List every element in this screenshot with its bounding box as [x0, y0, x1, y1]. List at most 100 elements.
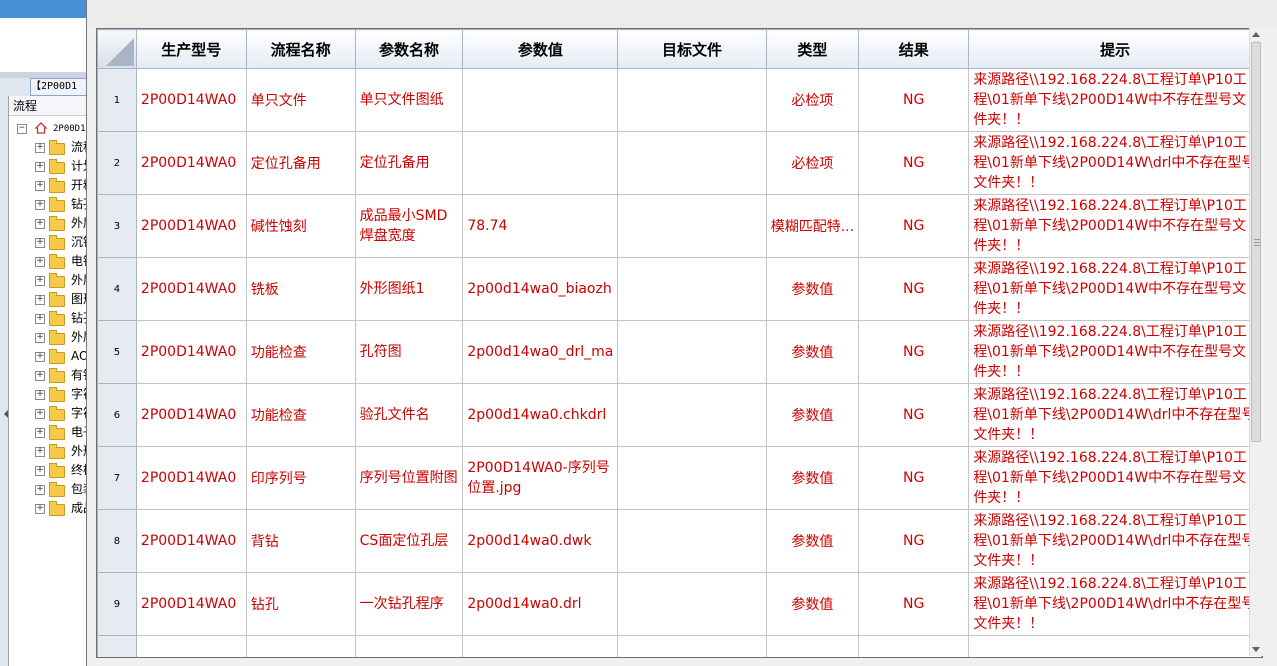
cell-result[interactable]: NG [858, 509, 970, 573]
row-number[interactable]: 1 [97, 68, 137, 132]
cell-param-name[interactable]: 验孔文件名 [354, 383, 464, 447]
table-row[interactable]: 来源路径\\192.168.224.8\工程订单\P10工 [97, 635, 1262, 657]
cell-result[interactable]: NG [858, 383, 970, 447]
cell-type[interactable]: 必检项 [765, 68, 860, 132]
cell-result[interactable]: NG [858, 68, 970, 132]
cell-process[interactable]: 功能检查 [245, 383, 356, 447]
expand-icon[interactable]: + [35, 428, 45, 438]
cell-result[interactable]: NG [858, 131, 970, 195]
row-number[interactable]: 8 [97, 509, 137, 573]
tree-item[interactable]: + 外形 [9, 442, 95, 461]
cell-type[interactable]: 参数值 [765, 383, 860, 447]
cell-model[interactable]: 2P00D14WA0 [135, 320, 247, 384]
cell-param-value[interactable]: 2p00d14wa0_drl_ma [462, 320, 619, 384]
row-number[interactable]: 9 [97, 572, 137, 636]
cell-type[interactable]: 参数值 [765, 509, 860, 573]
row-number[interactable] [97, 635, 137, 657]
cell-type[interactable]: 模糊匹配特... [765, 194, 860, 258]
cell-process[interactable]: 功能检查 [245, 320, 356, 384]
scroll-thumb[interactable] [1251, 42, 1261, 442]
tree-item[interactable]: + 流程 [9, 138, 95, 157]
expand-icon[interactable]: + [35, 314, 45, 324]
expand-icon[interactable]: + [35, 333, 45, 343]
cell-param-value[interactable] [462, 68, 619, 132]
cell-type[interactable]: 参数值 [765, 257, 860, 321]
table-row[interactable]: 9 2P00D14WA0 钻孔 一次钻孔程序 2p00d14wa0.drl 参数值 NG 来源… [97, 572, 1262, 636]
cell-param-value[interactable] [462, 131, 619, 195]
expand-icon[interactable]: + [35, 143, 45, 153]
cell-param-value[interactable]: 2p00d14wa0.dwk [462, 509, 619, 573]
tree-item[interactable]: + AOI [9, 347, 92, 366]
column-header-param-value[interactable]: 参数值 [462, 29, 619, 69]
cell-process[interactable]: 钻孔 [245, 572, 356, 636]
expand-icon[interactable]: + [35, 162, 45, 172]
table-row[interactable]: 2 2P00D14WA0 定位孔备用 定位孔备用 必检项 NG 来源路径\\192.168.… [97, 131, 1262, 195]
cell-hint[interactable]: 来源路径\\192.168.224.8\工程订单\P10工程\01新单下线\2P… [968, 572, 1262, 636]
tree-item[interactable]: + 终检 [9, 461, 95, 480]
tree-item[interactable]: + 电子 [9, 423, 95, 442]
expand-icon[interactable]: + [35, 371, 45, 381]
table-row[interactable]: 4 2P00D14WA0 铣板 外形图纸1 2p00d14wa0_biaozh 参数值 NG… [97, 257, 1262, 321]
cell-target-file[interactable] [617, 131, 767, 195]
scroll-up-icon[interactable] [1252, 32, 1260, 37]
cell-model[interactable]: 2P00D14WA0 [135, 257, 247, 321]
cell-hint[interactable]: 来源路径\\192.168.224.8\工程订单\P10工程\01新单下线\2P… [968, 383, 1262, 447]
cell-param-value[interactable]: 2p00d14wa0.drl [462, 572, 619, 636]
tree-item[interactable]: + 沉铜 [9, 233, 95, 252]
column-header-hint[interactable]: 提示 [968, 29, 1262, 69]
row-number[interactable]: 6 [97, 383, 137, 447]
column-header-process[interactable]: 流程名称 [245, 29, 356, 69]
cell-param-name[interactable]: 定位孔备用 [354, 131, 464, 195]
expand-icon[interactable]: + [35, 219, 45, 229]
tree-item[interactable]: + 外层 [9, 271, 95, 290]
cell-param-name[interactable]: 成品最小SMD焊盘宽度 [354, 194, 464, 258]
tree-item[interactable]: + 电镀 [9, 252, 95, 271]
tree-item[interactable]: + 开料 [9, 176, 95, 195]
cell-hint[interactable]: 来源路径\\192.168.224.8\工程订单\P10工程\01新单下线\2P… [968, 509, 1262, 573]
cell-process[interactable]: 背钻 [245, 509, 356, 573]
expand-icon[interactable]: + [35, 181, 45, 191]
collapse-arrow-icon[interactable] [4, 410, 8, 418]
table-row[interactable]: 6 2P00D14WA0 功能检查 验孔文件名 2p00d14wa0.chkdrl 参数值… [97, 383, 1262, 447]
cell-hint[interactable]: 来源路径\\192.168.224.8\工程订单\P10工程\01新单下线\2P… [968, 131, 1262, 195]
table-row[interactable]: 5 2P00D14WA0 功能检查 孔符图 2p00d14wa0_drl_ma 参数值 NG… [97, 320, 1262, 384]
scroll-down-icon[interactable] [1252, 647, 1260, 652]
tree-item[interactable]: + 包装 [9, 480, 95, 499]
row-number[interactable]: 3 [97, 194, 137, 258]
cell-model[interactable]: 2P00D14WA0 [135, 383, 247, 447]
cell-result[interactable] [858, 635, 970, 657]
tree-item[interactable]: + 有铅 [9, 366, 95, 385]
cell-param-name[interactable]: 外形图纸1 [354, 257, 464, 321]
row-number[interactable]: 4 [97, 257, 137, 321]
cell-type[interactable]: 参数值 [765, 446, 860, 510]
tree-item[interactable]: + 钻孔 [9, 195, 95, 214]
expand-icon[interactable]: + [35, 276, 45, 286]
expand-icon[interactable]: + [35, 257, 45, 267]
expand-icon[interactable]: + [35, 466, 45, 476]
cell-model[interactable]: 2P00D14WA0 [135, 194, 247, 258]
cell-param-value[interactable]: 2p00d14wa0.chkdrl [462, 383, 619, 447]
cell-param-value[interactable]: 2p00d14wa0_biaozh [462, 257, 619, 321]
cell-param-name[interactable]: 序列号位置附图 [354, 446, 464, 510]
cell-type[interactable]: 参数值 [765, 572, 860, 636]
collapse-icon[interactable]: − [17, 124, 27, 134]
cell-param-name[interactable] [354, 635, 464, 657]
cell-process[interactable]: 碱性蚀刻 [245, 194, 356, 258]
cell-target-file[interactable] [617, 194, 767, 258]
table-row[interactable]: 3 2P00D14WA0 碱性蚀刻 成品最小SMD焊盘宽度 78.74 模糊匹配特... N… [97, 194, 1262, 258]
cell-model[interactable] [135, 635, 247, 657]
cell-param-value[interactable]: 2P00D14WA0-序列号位置.jpg [462, 446, 619, 510]
cell-process[interactable]: 定位孔备用 [245, 131, 356, 195]
table-row[interactable]: 8 2P00D14WA0 背钻 CS面定位孔层 2p00d14wa0.dwk 参数值 NG 来… [97, 509, 1262, 573]
cell-model[interactable]: 2P00D14WA0 [135, 131, 247, 195]
cell-param-value[interactable]: 78.74 [462, 194, 619, 258]
tree-item[interactable]: + 外层 [9, 328, 95, 347]
cell-process[interactable]: 铣板 [245, 257, 356, 321]
tree-item[interactable]: + 成品 [9, 499, 95, 518]
expand-icon[interactable]: + [35, 485, 45, 495]
cell-param-name[interactable]: CS面定位孔层 [354, 509, 464, 573]
cell-model[interactable]: 2P00D14WA0 [135, 572, 247, 636]
expand-icon[interactable]: + [35, 295, 45, 305]
cell-target-file[interactable] [617, 320, 767, 384]
cell-target-file[interactable] [617, 68, 767, 132]
